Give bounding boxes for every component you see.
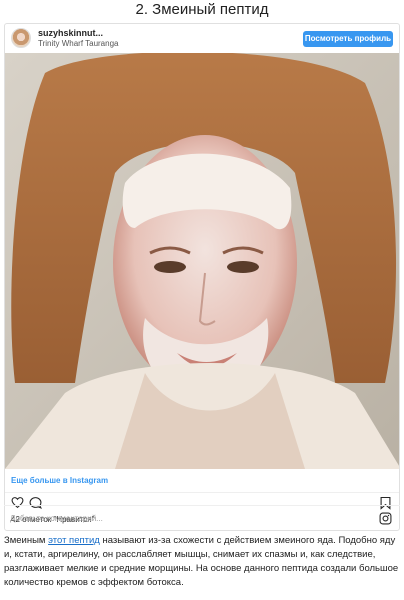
- article-text-before: Змеиным: [4, 535, 49, 546]
- post-photo[interactable]: [5, 53, 400, 469]
- instagram-embed: suzyhskinnut... Trinity Wharf Tauranga П…: [4, 23, 400, 531]
- article-paragraph: Змеиным этот пептид называют из-за схоже…: [4, 534, 400, 590]
- instagram-icon[interactable]: [379, 512, 392, 525]
- post-location[interactable]: Trinity Wharf Tauranga: [38, 39, 118, 48]
- comment-bar: Добавьте комментарий...: [4, 505, 400, 531]
- article-link[interactable]: этот пептид: [48, 535, 100, 546]
- section-heading: 2. Змеиный пептид: [135, 1, 269, 18]
- post-username[interactable]: suzyhskinnut...: [38, 28, 103, 38]
- post-header: suzyhskinnut... Trinity Wharf Tauranga П…: [5, 24, 399, 53]
- avatar[interactable]: [11, 28, 31, 48]
- more-on-instagram-link[interactable]: Еще больше в Instagram: [11, 476, 108, 485]
- comment-input[interactable]: Добавьте комментарий...: [10, 514, 103, 523]
- more-on-instagram-row: Еще больше в Instagram: [5, 469, 399, 493]
- view-profile-button[interactable]: Посмотреть профиль: [303, 31, 393, 47]
